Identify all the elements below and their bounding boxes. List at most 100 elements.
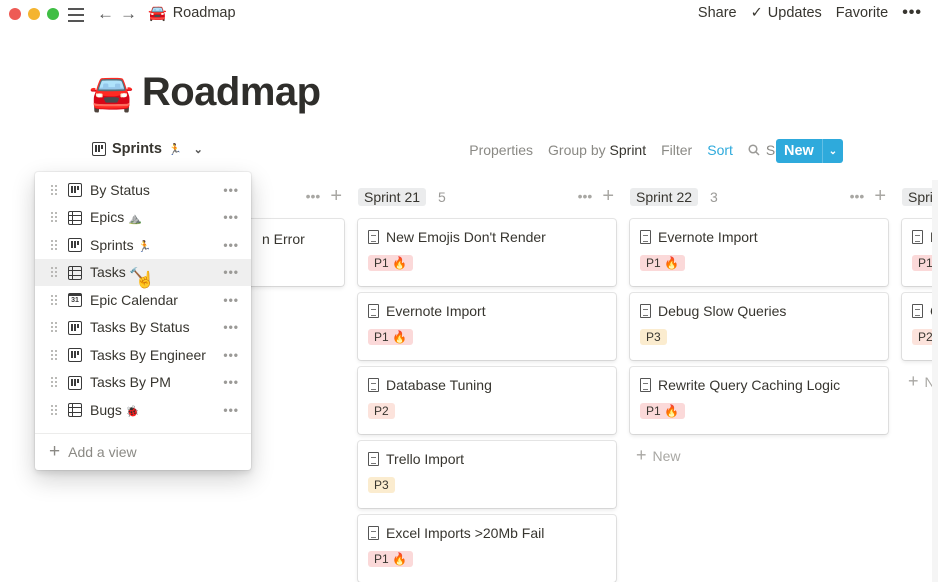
car-icon: 🚘 (148, 5, 167, 22)
add-view-button[interactable]: + Add a view (35, 434, 251, 470)
title-bar: ← → 🚘 Roadmap Share ✓ Updates Favorite •… (0, 0, 938, 28)
minimize-window-button[interactable] (28, 8, 40, 20)
drag-handle-icon[interactable] (50, 211, 58, 224)
card-title: Rewrite Query Caching Logic (658, 377, 841, 393)
board-card[interactable]: Rewrite Query Caching Logic P1 🔥 (630, 367, 888, 434)
view-item-label: By Status (90, 181, 150, 198)
view-item-epic-calendar[interactable]: 31 Epic Calendar ••• (35, 286, 251, 314)
runner-emoji-icon: 🏃 (167, 143, 182, 156)
mountain-emoji-icon: ⛰️ (128, 213, 142, 226)
add-view-label: Add a view (68, 443, 137, 460)
board-card[interactable]: Database Tuning P2 (358, 367, 616, 434)
card-title: Excel Imports >20Mb Fail (386, 525, 545, 541)
close-window-button[interactable] (9, 8, 21, 20)
board-card[interactable]: Debug Slow Queries P3 (630, 293, 888, 360)
view-item-more-icon[interactable]: ••• (223, 320, 239, 334)
group-name[interactable]: Sprint 21 (358, 188, 427, 206)
plus-icon: + (636, 445, 647, 465)
page-title-text[interactable]: Roadmap (142, 70, 321, 115)
forward-arrow-icon[interactable]: → (120, 4, 137, 24)
view-item-more-icon[interactable]: ••• (223, 403, 239, 417)
column-add-icon[interactable]: + (330, 186, 342, 206)
table-view-icon (68, 265, 82, 280)
drag-handle-icon[interactable] (50, 266, 58, 279)
page-car-icon[interactable]: 🚘 (89, 71, 134, 115)
breadcrumb[interactable]: 🚘 Roadmap (148, 4, 236, 22)
more-options-icon[interactable]: ••• (902, 4, 922, 22)
page-icon (368, 526, 379, 540)
group-by-prefix: Group by (548, 142, 606, 158)
board-view-icon (68, 375, 82, 390)
page-title: 🚘 Roadmap (89, 70, 321, 115)
view-item-more-icon[interactable]: ••• (223, 265, 239, 279)
scrollbar[interactable] (932, 180, 938, 582)
column-add-icon[interactable]: + (602, 186, 614, 206)
favorite-button[interactable]: Favorite (836, 5, 888, 21)
view-item-epics[interactable]: Epics ⛰️ ••• (35, 204, 251, 232)
properties-button[interactable]: Properties (469, 142, 533, 158)
sort-button[interactable]: Sort (707, 142, 733, 158)
view-item-bugs[interactable]: Bugs 🐞 ••• (35, 396, 251, 424)
board-card[interactable]: Excel Imports >20Mb Fail P1 🔥 (358, 515, 616, 582)
card-title: Evernote Import (658, 229, 758, 245)
view-item-label: Tasks By Engineer (90, 346, 206, 363)
group-by-button[interactable]: Group by Sprint (548, 142, 646, 158)
drag-handle-icon[interactable] (50, 183, 58, 196)
drag-handle-icon[interactable] (50, 376, 58, 389)
new-dropdown-chevron-icon[interactable]: ⌄ (823, 146, 843, 157)
plus-icon: + (908, 371, 919, 391)
column-actions: ••• + (850, 186, 886, 206)
board-card[interactable]: Trello Import P3 (358, 441, 616, 508)
priority-tag: P1 🔥 (640, 403, 685, 419)
share-button[interactable]: Share (698, 5, 737, 21)
top-actions: Share ✓ Updates Favorite ••• (684, 4, 922, 22)
add-card-button[interactable]: + New (630, 441, 888, 470)
column-add-icon[interactable]: + (874, 186, 886, 206)
view-item-by-status[interactable]: By Status ••• (35, 176, 251, 204)
column-more-icon[interactable]: ••• (850, 188, 865, 204)
view-item-more-icon[interactable]: ••• (223, 375, 239, 389)
column-more-icon[interactable]: ••• (578, 188, 593, 204)
view-item-label: Tasks By PM (90, 374, 171, 391)
drag-handle-icon[interactable] (50, 321, 58, 334)
updates-label: Updates (767, 5, 822, 21)
board-card[interactable]: Evernote Import P1 🔥 (630, 219, 888, 286)
drag-handle-icon[interactable] (50, 348, 58, 361)
board-card[interactable]: Evernote Import P1 🔥 (358, 293, 616, 360)
updates-button[interactable]: ✓ Updates (751, 5, 822, 21)
view-selector[interactable]: Sprints 🏃 ⌄ (92, 141, 203, 157)
card-title: Database Tuning (386, 377, 492, 393)
hand-cursor-icon: ☝ (135, 272, 155, 289)
drag-handle-icon[interactable] (50, 403, 58, 416)
board-view-icon (68, 183, 82, 197)
view-item-more-icon[interactable]: ••• (223, 348, 239, 362)
board-view-icon (68, 238, 82, 252)
board-card[interactable]: New Emojis Don't Render P1 🔥 (358, 219, 616, 286)
chevron-down-icon: ⌄ (193, 143, 203, 156)
maximize-window-button[interactable] (47, 8, 59, 20)
plus-icon: + (49, 440, 61, 462)
view-item-tasks-by-pm[interactable]: Tasks By PM ••• (35, 369, 251, 397)
new-button[interactable]: New ⌄ (776, 139, 843, 163)
column-header: Sprint 21 5 ••• + (358, 186, 616, 208)
column-actions: ••• + (578, 186, 614, 206)
group-by-value: Sprint (609, 142, 647, 158)
view-item-more-icon[interactable]: ••• (223, 238, 239, 252)
view-item-tasks-by-status[interactable]: Tasks By Status ••• (35, 314, 251, 342)
view-item-tasks-by-engineer[interactable]: Tasks By Engineer ••• (35, 341, 251, 369)
filter-button[interactable]: Filter (661, 142, 692, 158)
view-item-more-icon[interactable]: ••• (223, 210, 239, 224)
view-item-sprints[interactable]: Sprints 🏃 ••• (35, 231, 251, 259)
sidebar-menu-icon[interactable] (67, 4, 85, 24)
column-more-icon[interactable]: ••• (306, 188, 321, 204)
view-item-more-icon[interactable]: ••• (223, 183, 239, 197)
view-item-more-icon[interactable]: ••• (223, 293, 239, 307)
new-button-label[interactable]: New (776, 143, 822, 159)
drag-handle-icon[interactable] (50, 238, 58, 251)
card-title: Debug Slow Queries (658, 303, 787, 319)
drag-handle-icon[interactable] (50, 293, 58, 306)
back-arrow-icon[interactable]: ← (97, 4, 114, 24)
page-icon (368, 230, 379, 244)
group-name[interactable]: Sprint 22 (630, 188, 699, 206)
card-list: New Emojis Don't Render P1 🔥 Evernote Im… (358, 219, 616, 582)
